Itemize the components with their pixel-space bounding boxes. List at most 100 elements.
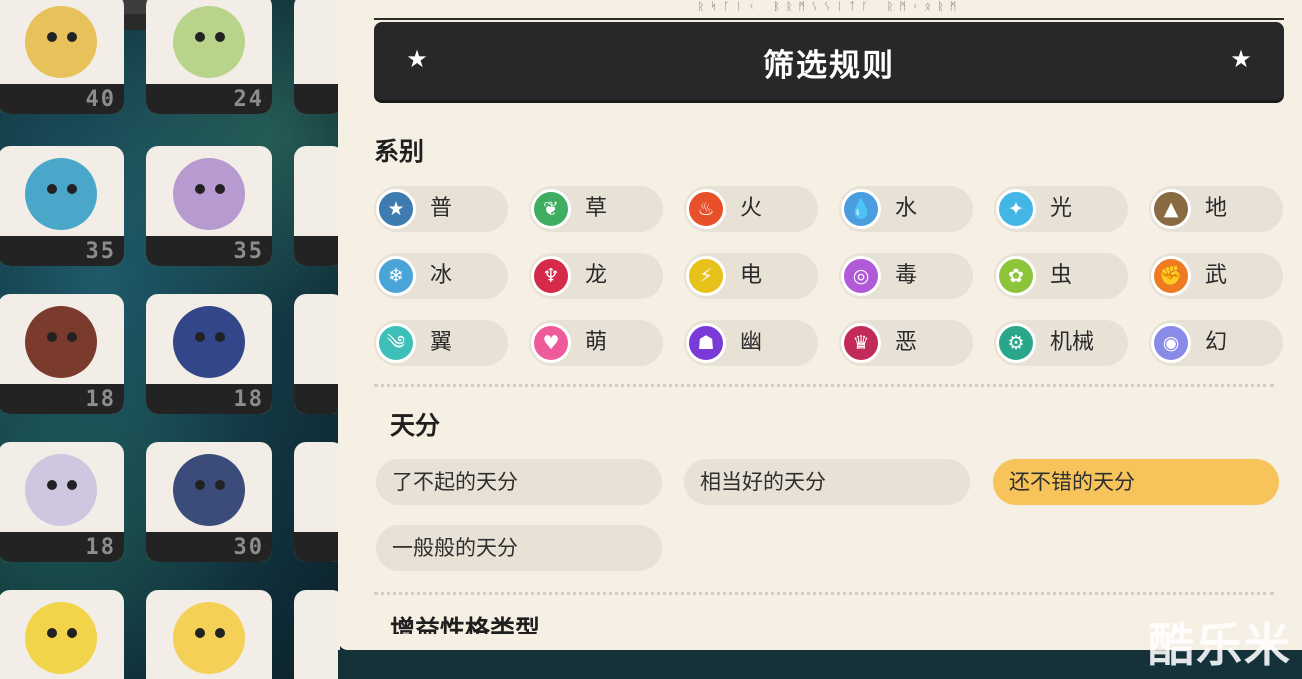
type-filter-chip[interactable]: ❦ 草 [529, 186, 663, 232]
devil-icon: ♛ [841, 323, 881, 363]
pet-card[interactable]: 30 [146, 442, 272, 562]
type-filter-chip[interactable]: ✊ 武 [1149, 253, 1283, 299]
pet-card[interactable]: 18 [0, 294, 124, 414]
pet-card[interactable]: 40 [0, 0, 124, 114]
pet-card[interactable] [294, 590, 340, 679]
type-filter-chip[interactable]: ♛ 恶 [839, 320, 973, 366]
talent-option-label: 还不错的天分 [1009, 470, 1135, 494]
type-filter-chip[interactable]: ◉ 幻 [1149, 320, 1283, 366]
gear-icon: ⚙ [996, 323, 1036, 363]
type-filter-label: 冰 [430, 263, 453, 288]
pet-level: 18 [233, 387, 264, 412]
pet-level: 18 [85, 387, 116, 412]
type-filter-label: 水 [895, 196, 918, 221]
talent-option[interactable]: 相当好的天分 [684, 459, 970, 505]
type-filter-label: 武 [1205, 263, 1228, 288]
section-title-nature: 增益性格类型 [390, 615, 541, 634]
pet-grid-background: 40 24 35 35 18 18 18 30 [0, 0, 340, 679]
light-diamond-icon: ✦ [996, 189, 1036, 229]
poison-bubble-icon: ◎ [841, 256, 881, 296]
heart-icon: ♥ [531, 323, 571, 363]
type-filter-label: 火 [740, 196, 763, 221]
talent-option-label: 了不起的天分 [392, 470, 518, 494]
type-filter-chip[interactable]: ◎ 毒 [839, 253, 973, 299]
leaf-icon: ❦ [531, 189, 571, 229]
pet-level: 40 [85, 87, 116, 112]
page-title: 筛选规则 [763, 48, 895, 84]
type-filter-chip[interactable]: ⚙ 机械 [994, 320, 1128, 366]
pet-level: 24 [233, 87, 264, 112]
dragon-icon: ♆ [531, 256, 571, 296]
pet-card[interactable]: 18 [0, 442, 124, 562]
pet-portrait [173, 454, 245, 526]
pet-card[interactable]: 35 [146, 146, 272, 266]
type-filter-label: 草 [585, 196, 608, 221]
star-shield-icon: ★ [376, 189, 416, 229]
type-filter-chip[interactable]: ★ 普 [374, 186, 508, 232]
talent-option[interactable]: 还不错的天分 [993, 459, 1279, 505]
section-title-talent: 天分 [390, 411, 441, 440]
type-filter-chip[interactable]: ❄ 冰 [374, 253, 508, 299]
pet-card[interactable]: 18 [146, 294, 272, 414]
pet-card[interactable] [146, 590, 272, 679]
type-filter-label: 恶 [895, 330, 918, 355]
pet-portrait [25, 6, 97, 78]
type-filter-label: 幻 [1205, 330, 1228, 355]
water-drop-icon: 💧 [841, 189, 881, 229]
pet-portrait [173, 602, 245, 674]
panel-header: ★ 筛选规则 ★ [374, 22, 1284, 100]
pet-card[interactable] [294, 146, 340, 266]
type-filter-chip[interactable]: ▲ 地 [1149, 186, 1283, 232]
pet-card[interactable]: 24 [146, 0, 272, 114]
type-filter-label: 幽 [740, 330, 763, 355]
talent-option-label: 相当好的天分 [700, 470, 826, 494]
snowflake-icon: ❄ [376, 256, 416, 296]
pet-card[interactable] [0, 590, 124, 679]
type-filter-chip[interactable]: ✿ 虫 [994, 253, 1128, 299]
talent-option[interactable]: 了不起的天分 [376, 459, 662, 505]
bug-icon: ✿ [996, 256, 1036, 296]
pet-portrait [25, 454, 97, 526]
type-filter-label: 虫 [1050, 263, 1073, 288]
talent-option[interactable]: 一般般的天分 [376, 525, 662, 571]
pet-card[interactable]: 35 [0, 146, 124, 266]
wing-icon: ༄ [376, 323, 416, 363]
ghost-icon: ☗ [686, 323, 726, 363]
type-filter-chip[interactable]: ⚡ 电 [684, 253, 818, 299]
pet-card[interactable] [294, 294, 340, 414]
type-filter-label: 毒 [895, 263, 918, 288]
fist-icon: ✊ [1151, 256, 1191, 296]
flame-icon: ♨ [686, 189, 726, 229]
pet-level: 30 [233, 535, 264, 560]
type-filter-label: 机械 [1050, 330, 1095, 355]
pet-level: 35 [85, 239, 116, 264]
pet-portrait [173, 158, 245, 230]
type-filter-chip[interactable]: 💧 水 [839, 186, 973, 232]
pet-portrait [173, 6, 245, 78]
type-filter-label: 光 [1050, 196, 1073, 221]
pet-card[interactable] [294, 0, 340, 114]
type-filter-label: 龙 [585, 263, 608, 288]
mountain-icon: ▲ [1151, 189, 1191, 229]
type-filter-chip[interactable]: ✦ 光 [994, 186, 1128, 232]
type-filter-chip[interactable]: ♆ 龙 [529, 253, 663, 299]
type-filter-chip[interactable]: ༄ 翼 [374, 320, 508, 366]
divider [374, 384, 1274, 387]
lightning-icon: ⚡ [686, 256, 726, 296]
type-filter-chip[interactable]: ♥ 萌 [529, 320, 663, 366]
pet-portrait [25, 602, 97, 674]
talent-option-label: 一般般的天分 [392, 536, 518, 560]
type-filter-label: 翼 [430, 330, 453, 355]
pet-portrait [173, 306, 245, 378]
type-filter-chip[interactable]: ♨ 火 [684, 186, 818, 232]
pet-card[interactable] [294, 442, 340, 562]
watermark: 酷乐米 [1148, 618, 1292, 672]
spiral-icon: ◉ [1151, 323, 1191, 363]
pet-level: 35 [233, 239, 264, 264]
type-filter-chip[interactable]: ☗ 幽 [684, 320, 818, 366]
decorative-rune-text: ᚱᛋᚴᛁᚲ ᛒᚱᛗᛊᛊᛁᛏᚴ ᚱᛗᚲᛟᚱᛗ [697, 0, 963, 13]
section-title-element: 系别 [374, 137, 425, 166]
type-filter-label: 电 [740, 263, 763, 288]
type-filter-label: 普 [430, 196, 453, 221]
type-filter-label: 萌 [585, 330, 608, 355]
